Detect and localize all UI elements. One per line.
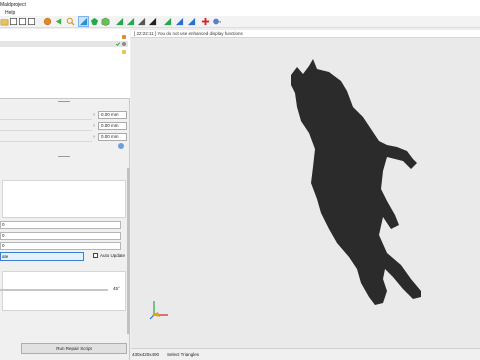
- angle-slider[interactable]: [0, 289, 108, 291]
- offset-x-field[interactable]: 0.00 mm: [98, 111, 127, 119]
- scrollbar[interactable]: [127, 168, 130, 334]
- triangle-icon[interactable]: [163, 17, 172, 26]
- offset-y-field[interactable]: 0.00 mm: [98, 122, 127, 130]
- value-field-3[interactable]: 0: [0, 242, 121, 250]
- save-icon[interactable]: [9, 17, 18, 26]
- select-triangle-icon[interactable]: [78, 16, 89, 27]
- add-icon[interactable]: [201, 17, 210, 26]
- viewport-message: [ 22:22:11 ] You do not use enhanced dis…: [134, 31, 243, 36]
- auto-update-checkbox[interactable]: [93, 253, 98, 258]
- status-dimensions: 430x420x400: [132, 352, 160, 357]
- splitter-grip[interactable]: [58, 101, 70, 102]
- visibility-icon[interactable]: [122, 42, 126, 46]
- search-icon[interactable]: [66, 17, 75, 26]
- auto-update-label: Auto Update: [100, 253, 126, 258]
- value-field-2[interactable]: 0: [0, 232, 121, 240]
- triangle-icon[interactable]: [148, 17, 157, 26]
- triangle-icon[interactable]: [175, 17, 184, 26]
- run-repair-script-button[interactable]: Run Repair Script: [21, 343, 127, 354]
- update-button[interactable]: ate: [0, 252, 84, 261]
- folder-icon: [122, 50, 126, 54]
- angle-value: 45°: [113, 286, 120, 291]
- green-gem-icon[interactable]: [90, 17, 99, 26]
- undo-icon[interactable]: [18, 17, 27, 26]
- viewport-message-bar: [ 22:22:11 ] You do not use enhanced dis…: [131, 30, 480, 38]
- slider-box: [2, 271, 126, 311]
- left-panel: › 0.00 mm › 0.00 mm › 0.00 mm 0 0 0 ate …: [0, 29, 130, 360]
- triangle-icon[interactable]: [126, 17, 135, 26]
- tree-row[interactable]: [0, 34, 128, 39]
- splitter-grip[interactable]: [58, 156, 70, 157]
- status-bar: 430x420x400 Select Triangles: [131, 348, 480, 360]
- 3d-viewport[interactable]: [131, 29, 480, 348]
- layer-icon: [122, 35, 126, 39]
- info-icon[interactable]: [118, 143, 124, 149]
- cube-icon[interactable]: [101, 17, 110, 26]
- tree-row-selected[interactable]: [0, 41, 128, 47]
- checkmark-icon: [116, 42, 120, 46]
- property-row: [0, 111, 92, 120]
- triangle-icon[interactable]: [137, 17, 146, 26]
- tool-options-box: [2, 180, 126, 218]
- triangle-icon[interactable]: [187, 17, 196, 26]
- main-toolbar: [0, 16, 480, 28]
- model-view[interactable]: [131, 29, 480, 348]
- triangle-icon[interactable]: [115, 17, 124, 26]
- project-tree[interactable]: [0, 29, 130, 99]
- model-silhouette: [291, 59, 421, 305]
- spinner-icon[interactable]: ›: [91, 122, 97, 130]
- offset-z-field[interactable]: 0.00 mm: [98, 133, 127, 141]
- arrow-left-icon[interactable]: [54, 17, 63, 26]
- redo-icon[interactable]: [27, 17, 36, 26]
- spinner-icon[interactable]: ›: [91, 111, 97, 119]
- value-field-1[interactable]: 0: [0, 221, 121, 229]
- spinner-icon[interactable]: ›: [91, 133, 97, 141]
- folder-icon[interactable]: [0, 17, 9, 26]
- settings-icon[interactable]: [212, 17, 221, 26]
- status-selection-mode: Select Triangles: [167, 352, 200, 357]
- property-row: [0, 122, 92, 131]
- property-row: [0, 133, 92, 142]
- sphere-icon[interactable]: [43, 17, 52, 26]
- axis-gizmo-icon: [149, 301, 168, 320]
